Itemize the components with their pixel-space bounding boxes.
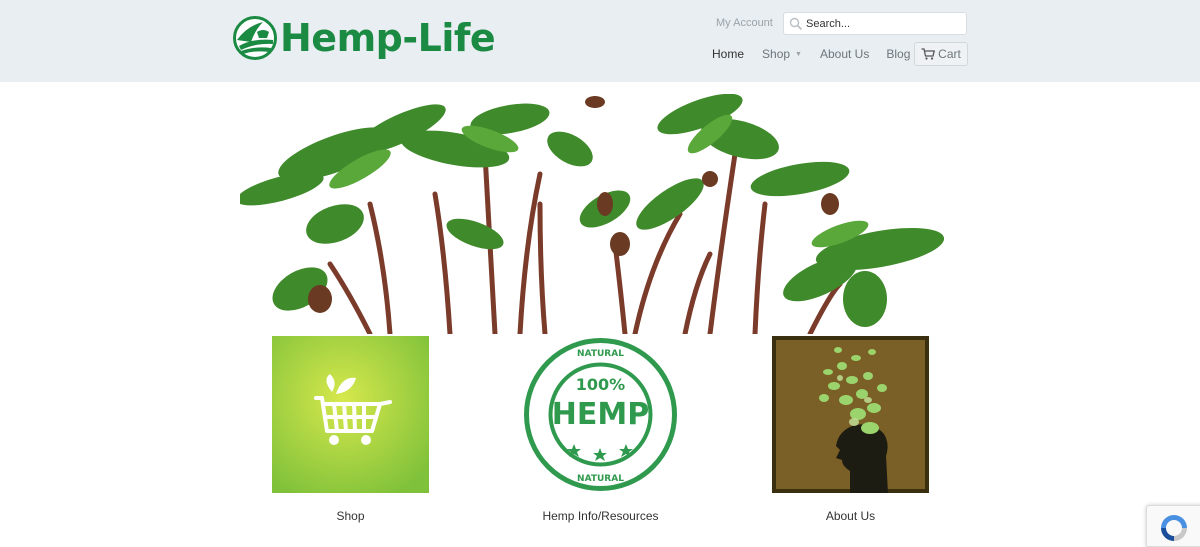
- logo-text: Hemp-Life: [280, 16, 496, 60]
- nav-about-us[interactable]: About Us: [820, 47, 869, 61]
- hemp-stamp-icon: 100% HEMP NATURAL NATURAL: [522, 336, 679, 493]
- stamp-ring-bottom-text: NATURAL: [577, 474, 624, 484]
- hemp-life-logo-icon: [233, 16, 277, 60]
- nav-blog[interactable]: Blog: [886, 47, 910, 61]
- recaptcha-badge[interactable]: [1146, 505, 1200, 547]
- recaptcha-icon: [1161, 515, 1187, 541]
- stamp-hemp-text: HEMP: [552, 397, 649, 432]
- logo-link[interactable]: Hemp-Life: [233, 15, 496, 61]
- main-nav: Home Shop ▼ About Us Blog: [712, 45, 910, 63]
- cart-label: Cart: [938, 47, 961, 61]
- search-input[interactable]: [806, 17, 956, 30]
- nav-shop-dropdown[interactable]: Shop ▼: [762, 47, 802, 61]
- head-leaves-icon: [772, 336, 929, 493]
- hemp-info-tile-label[interactable]: Hemp Info/Resources: [522, 509, 679, 523]
- hemp-info-tile[interactable]: 100% HEMP NATURAL NATURAL: [522, 336, 679, 493]
- nav-shop[interactable]: Shop: [762, 47, 790, 61]
- cart-icon: [921, 48, 936, 60]
- shop-tile-label[interactable]: Shop: [272, 509, 429, 523]
- stamp-ring-top-text: NATURAL: [577, 349, 624, 359]
- stamp-percent-text: 100%: [576, 375, 625, 394]
- search-box: [783, 12, 967, 35]
- nav-home[interactable]: Home: [712, 47, 744, 61]
- about-us-tile-label[interactable]: About Us: [772, 509, 929, 523]
- about-us-tile[interactable]: [772, 336, 929, 493]
- hemp-seedlings-image: [240, 94, 945, 334]
- my-account-link[interactable]: My Account: [716, 17, 773, 29]
- shop-tile[interactable]: [272, 336, 429, 493]
- site-header: Hemp-Life My Account Home Shop ▼ About U…: [0, 0, 1200, 82]
- search-icon: [789, 17, 803, 30]
- hero-image: [240, 94, 968, 334]
- caret-down-icon: ▼: [795, 50, 802, 58]
- shopping-cart-icon: [272, 336, 429, 493]
- cart-button[interactable]: Cart: [914, 42, 968, 66]
